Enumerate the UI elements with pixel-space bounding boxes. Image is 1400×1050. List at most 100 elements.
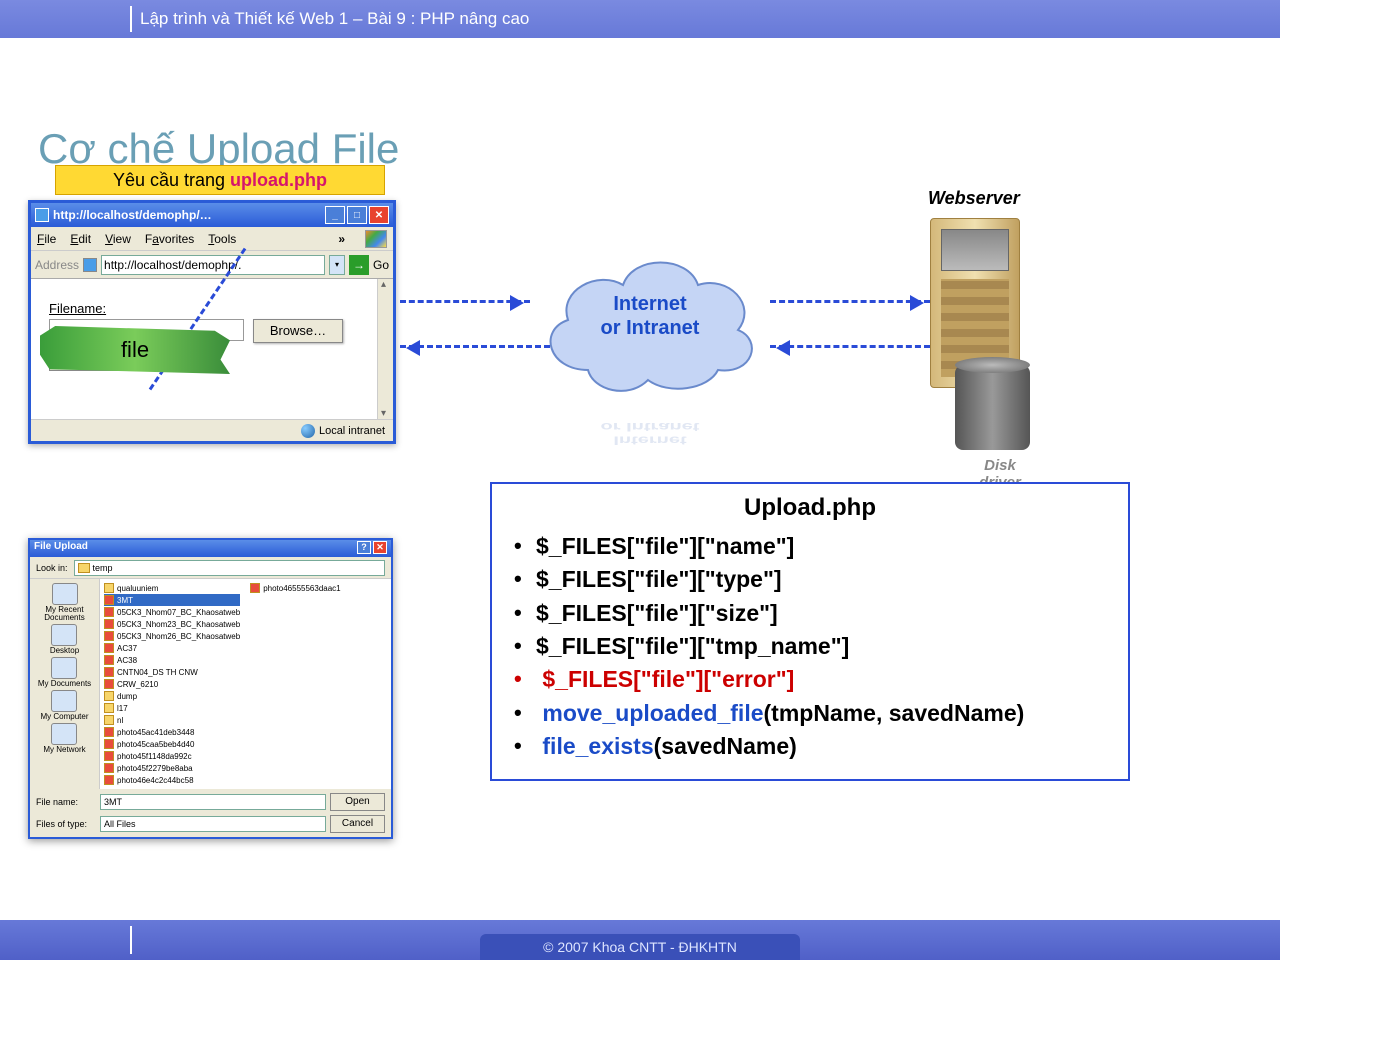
- menu-view[interactable]: View: [105, 232, 131, 246]
- code-item: $_FILES["file"]["name"]: [508, 530, 1112, 563]
- page-icon: [83, 258, 97, 272]
- browser-titlebar: http://localhost/demophp/… _ □ ✕: [31, 203, 393, 227]
- browser-url-title: http://localhost/demophp/…: [53, 208, 321, 222]
- file-icon: [104, 619, 114, 629]
- dialog-toolbar: Look in: temp: [30, 557, 391, 579]
- webserver-icon: [930, 218, 1040, 408]
- file-item[interactable]: l17: [104, 702, 240, 714]
- arrow-cloud-to-browser: [400, 345, 550, 348]
- address-dropdown-icon[interactable]: ▾: [329, 255, 345, 275]
- code-item: $_FILES["file"]["tmp_name"]: [508, 630, 1112, 663]
- file-item[interactable]: 05CK3_Nhom23_BC_Khaosatweb: [104, 618, 240, 630]
- place-icon: [51, 723, 77, 745]
- dialog-titlebar: File Upload ?✕: [30, 540, 391, 557]
- file-item[interactable]: 05CK3_Nhom26_BC_Khaosatweb: [104, 630, 240, 642]
- file-item[interactable]: photo45ac41deb3448: [104, 726, 240, 738]
- file-list[interactable]: qualuuniem3MT05CK3_Nhom07_BC_Khaosatweb0…: [100, 579, 391, 789]
- header-title: Lập trình và Thiết kế Web 1 – Bài 9 : PH…: [140, 9, 529, 29]
- browse-button[interactable]: Browse…: [253, 319, 343, 343]
- go-button[interactable]: →: [349, 255, 369, 275]
- file-item[interactable]: AC37: [104, 642, 240, 654]
- file-icon: [104, 631, 114, 641]
- maximize-button[interactable]: □: [347, 206, 367, 224]
- file-banner: file: [40, 326, 230, 374]
- file-icon: [104, 667, 114, 677]
- menu-tools[interactable]: Tools: [208, 232, 236, 246]
- code-item: $_FILES["file"]["type"]: [508, 563, 1112, 596]
- file-item[interactable]: dump: [104, 690, 240, 702]
- file-icon: [104, 763, 114, 773]
- code-list: $_FILES["file"]["name"] $_FILES["file"][…: [508, 530, 1112, 763]
- file-item[interactable]: nl: [104, 714, 240, 726]
- file-icon: [104, 679, 114, 689]
- file-icon: [104, 607, 114, 617]
- file-item[interactable]: photo45f1148da992c: [104, 750, 240, 762]
- webserver-label: Webserver: [928, 188, 1020, 209]
- menu-file[interactable]: File: [37, 232, 56, 246]
- place-item[interactable]: Desktop: [50, 624, 79, 655]
- filetype-field-label: Files of type:: [36, 819, 96, 829]
- lookin-field[interactable]: temp: [74, 560, 385, 576]
- copyright: © 2007 Khoa CNTT - ĐHKHTN: [480, 934, 800, 960]
- file-item[interactable]: photo45f2279be8aba: [104, 762, 240, 774]
- file-item[interactable]: AC38: [104, 654, 240, 666]
- file-item[interactable]: photo46e4c2c44bc58: [104, 774, 240, 786]
- menu-overflow-icon[interactable]: »: [338, 232, 345, 246]
- filename-input[interactable]: [100, 794, 326, 810]
- cloud-reflection: Internetor Intranet: [545, 419, 755, 447]
- place-icon: [51, 624, 77, 646]
- file-item[interactable]: CRW_6210: [104, 678, 240, 690]
- page-scrollbar[interactable]: [377, 279, 393, 419]
- code-title: Upload.php: [508, 494, 1112, 522]
- file-item[interactable]: 3MT: [104, 594, 240, 606]
- file-icon: [104, 691, 114, 701]
- file-item[interactable]: photo46555563daac1: [250, 582, 340, 594]
- address-input[interactable]: [101, 255, 325, 275]
- windows-logo-icon: [365, 230, 387, 248]
- cancel-button[interactable]: Cancel: [330, 815, 385, 833]
- upload-php-box: Upload.php $_FILES["file"]["name"] $_FIL…: [490, 482, 1130, 781]
- go-label: Go: [373, 258, 389, 272]
- callout-file: upload.php: [230, 170, 327, 190]
- file-item[interactable]: 05CK3_Nhom07_BC_Khaosatweb: [104, 606, 240, 618]
- slide-header: Lập trình và Thiết kế Web 1 – Bài 9 : PH…: [0, 0, 1280, 38]
- place-item[interactable]: My Network: [43, 723, 85, 754]
- filetype-input[interactable]: [100, 816, 326, 832]
- code-func-exists: file_exists(savedName): [508, 730, 1112, 763]
- browser-statusbar: Local intranet: [31, 419, 393, 441]
- file-item[interactable]: CNTN04_DS TH CNW: [104, 666, 240, 678]
- file-icon: [104, 703, 114, 713]
- dialog-bottom: File name: Open Files of type: Cancel: [30, 789, 391, 837]
- place-item[interactable]: My Recent Documents: [30, 583, 99, 622]
- place-item[interactable]: My Documents: [38, 657, 91, 688]
- places-bar: My Recent DocumentsDesktopMy DocumentsMy…: [30, 579, 100, 789]
- file-icon: [104, 643, 114, 653]
- place-icon: [51, 657, 77, 679]
- cloud-label: Internetor Intranet: [560, 292, 740, 340]
- file-icon: [104, 739, 114, 749]
- dialog-close-button[interactable]: ✕: [373, 541, 387, 554]
- open-button[interactable]: Open: [330, 793, 385, 811]
- file-icon: [104, 595, 114, 605]
- menu-favorites[interactable]: Favorites: [145, 232, 194, 246]
- file-item[interactable]: photo45caa5beb4d40: [104, 738, 240, 750]
- address-bar: Address ▾ → Go: [31, 251, 393, 279]
- file-icon: [104, 583, 114, 593]
- file-icon: [104, 751, 114, 761]
- file-item[interactable]: qualuuniem: [104, 582, 240, 594]
- lookin-label: Look in:: [36, 563, 68, 573]
- close-button[interactable]: ✕: [369, 206, 389, 224]
- arrow-server-to-cloud: [770, 345, 930, 348]
- file-icon: [104, 655, 114, 665]
- minimize-button[interactable]: _: [325, 206, 345, 224]
- arrow-browser-to-cloud: [400, 300, 530, 303]
- file-icon: [104, 775, 114, 785]
- code-func-move: move_uploaded_file(tmpName, savedName): [508, 697, 1112, 730]
- file-icon: [104, 715, 114, 725]
- browser-menubar: File Edit View Favorites Tools »: [31, 227, 393, 251]
- dialog-help-button[interactable]: ?: [357, 541, 371, 554]
- place-item[interactable]: My Computer: [40, 690, 88, 721]
- ie-icon: [35, 208, 49, 222]
- dialog-title: File Upload: [34, 541, 88, 556]
- menu-edit[interactable]: Edit: [70, 232, 91, 246]
